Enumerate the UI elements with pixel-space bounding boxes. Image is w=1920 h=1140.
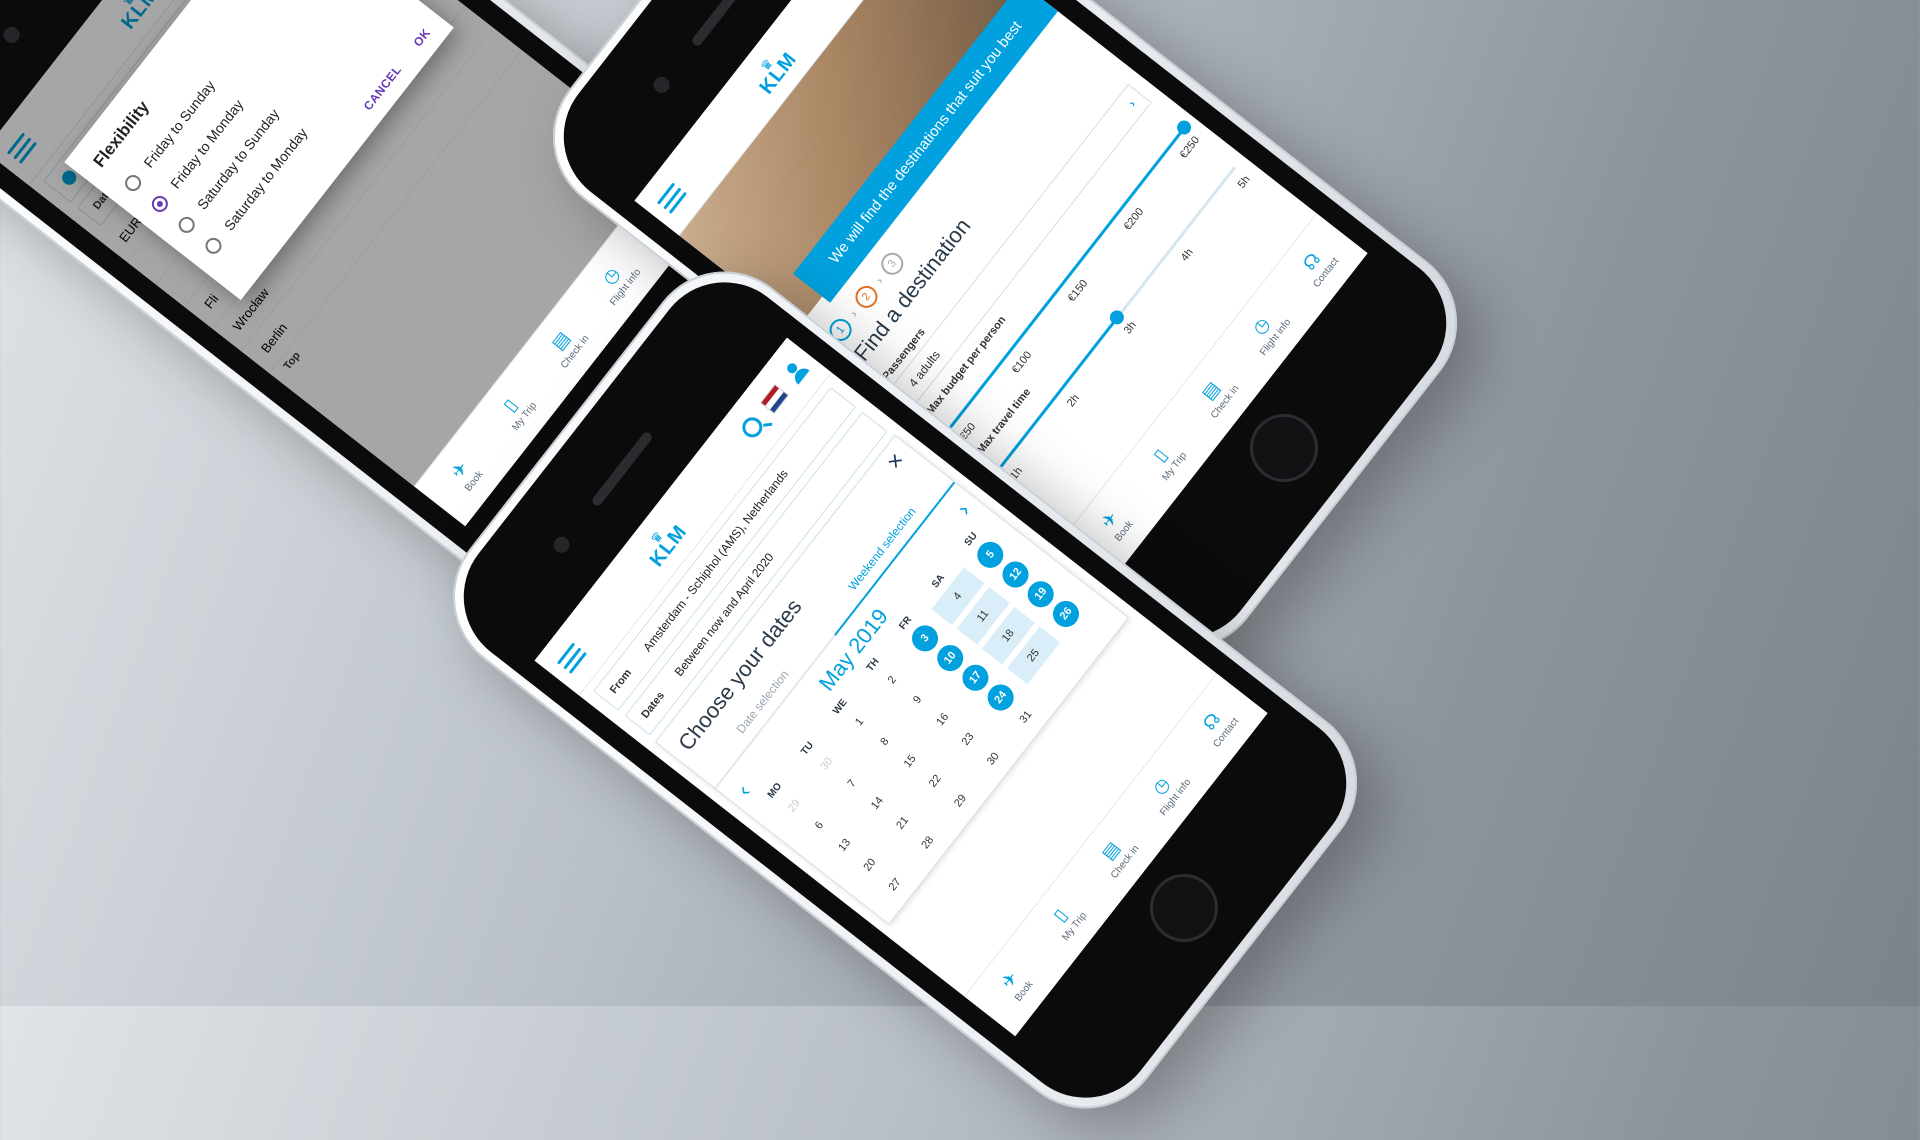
radio-button[interactable] <box>121 171 145 195</box>
home-button[interactable] <box>1236 400 1332 496</box>
speaker <box>590 430 654 508</box>
plane-icon: ✈ <box>1096 507 1122 532</box>
step-separator-icon: › <box>872 274 887 287</box>
from-label: From <box>607 667 635 697</box>
camera <box>550 533 573 557</box>
speaker <box>690 0 754 48</box>
plane-icon: ✈ <box>446 457 472 482</box>
radio-button[interactable] <box>148 192 172 216</box>
radio-button[interactable] <box>202 234 225 258</box>
plane-icon: ✈ <box>996 967 1022 992</box>
step-3[interactable]: 3 <box>876 248 908 280</box>
klm-logo: ♛KLM <box>755 48 802 99</box>
netherlands-flag-icon[interactable] <box>760 383 789 414</box>
menu-icon[interactable] <box>656 182 688 215</box>
home-button[interactable] <box>1136 860 1232 956</box>
suitcase-icon: ▯ <box>1048 904 1071 926</box>
user-icon[interactable] <box>783 358 810 384</box>
klm-logo: ♛KLM <box>645 520 692 571</box>
dates-label: Dates <box>639 689 668 721</box>
search-icon[interactable] <box>738 413 767 442</box>
previous-month-icon[interactable]: ‹ <box>731 780 756 802</box>
chevron-right-icon: › <box>1125 97 1139 110</box>
ok-button[interactable]: OK <box>411 26 434 50</box>
camera <box>650 73 673 97</box>
suitcase-icon: ▯ <box>498 394 521 416</box>
step-separator-icon: › <box>846 307 861 320</box>
radio-button[interactable] <box>175 213 198 237</box>
suitcase-icon: ▯ <box>1148 444 1171 466</box>
next-month-icon[interactable]: › <box>951 499 976 521</box>
step-2[interactable]: 2 <box>851 281 882 313</box>
menu-icon[interactable] <box>556 642 588 675</box>
camera <box>0 23 23 47</box>
